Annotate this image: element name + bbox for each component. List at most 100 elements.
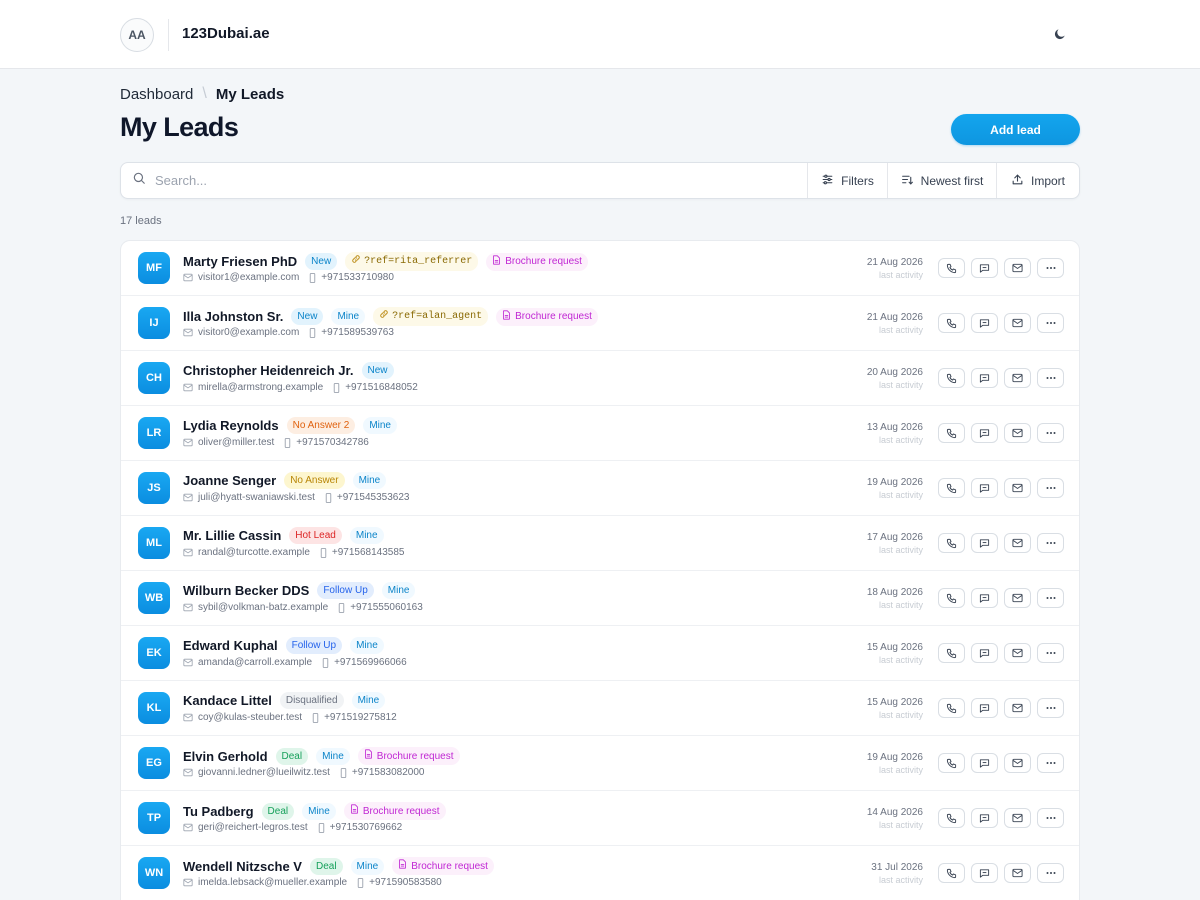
call-button[interactable] (938, 863, 965, 883)
more-button[interactable] (1037, 533, 1064, 553)
badge-brochure: Brochure request (496, 307, 598, 326)
more-button[interactable] (1037, 863, 1064, 883)
search-input[interactable] (155, 173, 755, 188)
lead-name[interactable]: Elvin Gerhold (183, 749, 268, 764)
lead-name[interactable]: Wendell Nitzsche V (183, 859, 302, 874)
lead-name[interactable]: Kandace Littel (183, 693, 272, 708)
email-button[interactable] (1004, 423, 1031, 443)
lead-row[interactable]: TP Tu Padberg Deal Mine Brochure request geri… (121, 791, 1079, 846)
lead-name[interactable]: Mr. Lillie Cassin (183, 528, 281, 543)
sort-button[interactable]: Newest first (887, 163, 996, 198)
badge-text: Hot Lead (295, 530, 336, 541)
lead-row[interactable]: WB Wilburn Becker DDS Follow Up Mine sybil@v… (121, 571, 1079, 626)
lead-row[interactable]: EG Elvin Gerhold Deal Mine Brochure request g… (121, 736, 1079, 791)
sms-button[interactable] (971, 258, 998, 278)
more-button[interactable] (1037, 643, 1064, 663)
badge-mine: Mine (350, 857, 385, 875)
lead-name[interactable]: Illa Johnston Sr. (183, 309, 283, 324)
sms-button[interactable] (971, 698, 998, 718)
lead-row[interactable]: KL Kandace Littel Disqualified Mine coy@kula… (121, 681, 1079, 736)
sms-button[interactable] (971, 753, 998, 773)
more-button[interactable] (1037, 368, 1064, 388)
email-button[interactable] (1004, 643, 1031, 663)
sms-button[interactable] (971, 808, 998, 828)
sms-button[interactable] (971, 533, 998, 553)
call-button[interactable] (938, 643, 965, 663)
lead-row[interactable]: WN Wendell Nitzsche V Deal Mine Brochure req… (121, 846, 1079, 900)
call-button[interactable] (938, 423, 965, 443)
import-button[interactable]: Import (996, 163, 1079, 198)
call-button[interactable] (938, 258, 965, 278)
lead-name[interactable]: Tu Padberg (183, 804, 254, 819)
lead-title-line: Joanne Senger No Answer Mine (183, 472, 394, 489)
lead-name[interactable]: Wilburn Becker DDS (183, 583, 309, 598)
sms-button[interactable] (971, 423, 998, 443)
breadcrumb-separator: \ (202, 85, 207, 102)
moon-icon[interactable] (1050, 24, 1070, 44)
email-button[interactable] (1004, 753, 1031, 773)
lead-row[interactable]: EK Edward Kuphal Follow Up Mine amanda@carro… (121, 626, 1079, 681)
more-button[interactable] (1037, 478, 1064, 498)
more-button[interactable] (1037, 588, 1064, 608)
call-button[interactable] (938, 313, 965, 333)
last-activity-label: last activity (878, 270, 923, 280)
email-button[interactable] (1004, 478, 1031, 498)
filters-button[interactable]: Filters (807, 163, 887, 198)
lead-row[interactable]: JS Joanne Senger No Answer Mine juli@hyatt-s… (121, 461, 1079, 516)
sms-button[interactable] (971, 313, 998, 333)
sms-button[interactable] (971, 643, 998, 663)
lead-actions (938, 753, 1064, 773)
lead-row[interactable]: IJ Illa Johnston Sr. New Mine ?ref=alan_agen… (121, 296, 1079, 351)
call-button[interactable] (938, 753, 965, 773)
sms-button[interactable] (971, 368, 998, 388)
email-button[interactable] (1004, 863, 1031, 883)
call-button[interactable] (938, 533, 965, 553)
call-button[interactable] (938, 588, 965, 608)
badge-text: Mine (356, 860, 379, 872)
lead-title-line: Wendell Nitzsche V Deal Mine Brochure reque… (183, 857, 502, 875)
sms-button[interactable] (971, 863, 998, 883)
more-button[interactable] (1037, 313, 1064, 333)
add-lead-button[interactable]: Add lead (951, 114, 1080, 145)
email-button[interactable] (1004, 313, 1031, 333)
user-avatar[interactable]: AA (120, 18, 154, 52)
badge-mine: Mine (316, 747, 350, 765)
lead-actions (938, 258, 1064, 278)
import-label: Import (1030, 173, 1065, 188)
email-button[interactable] (1004, 533, 1031, 553)
more-button[interactable] (1037, 808, 1064, 828)
lead-title-line: Edward Kuphal Follow Up Mine (183, 637, 392, 654)
call-button[interactable] (938, 368, 965, 388)
email-button[interactable] (1004, 698, 1031, 718)
email-button[interactable] (1004, 588, 1031, 608)
mobile-icon (320, 547, 327, 558)
more-button[interactable] (1037, 258, 1064, 278)
more-icon (1046, 431, 1056, 435)
lead-row[interactable]: CH Christopher Heidenreich Jr. New mirella@… (121, 351, 1079, 406)
mobile-icon (357, 877, 364, 888)
lead-row[interactable]: ML Mr. Lillie Cassin Hot Lead Mine randal@tu… (121, 516, 1079, 571)
badge-text: No Answer 2 (292, 420, 350, 431)
call-button[interactable] (938, 698, 965, 718)
lead-name[interactable]: Lydia Reynolds (183, 418, 279, 433)
lead-row[interactable]: MF Marty Friesen PhD New ?ref=rita_referrer… (121, 241, 1079, 296)
more-button[interactable] (1037, 423, 1064, 443)
lead-avatar: WN (138, 857, 170, 889)
email-button[interactable] (1004, 258, 1031, 278)
lead-row[interactable]: LR Lydia Reynolds No Answer 2 Mine oliver@mi… (121, 406, 1079, 461)
brand-name[interactable]: 123Dubai.ae (182, 25, 270, 42)
email-button[interactable] (1004, 808, 1031, 828)
call-button[interactable] (938, 478, 965, 498)
email-button[interactable] (1004, 368, 1031, 388)
document-icon (364, 749, 373, 763)
lead-name[interactable]: Marty Friesen PhD (183, 254, 297, 269)
sms-button[interactable] (971, 478, 998, 498)
more-button[interactable] (1037, 698, 1064, 718)
breadcrumb-dashboard[interactable]: Dashboard (120, 86, 193, 103)
lead-name[interactable]: Joanne Senger (183, 473, 276, 488)
call-button[interactable] (938, 808, 965, 828)
sms-button[interactable] (971, 588, 998, 608)
more-button[interactable] (1037, 753, 1064, 773)
lead-name[interactable]: Edward Kuphal (183, 638, 278, 653)
lead-name[interactable]: Christopher Heidenreich Jr. (183, 363, 354, 378)
